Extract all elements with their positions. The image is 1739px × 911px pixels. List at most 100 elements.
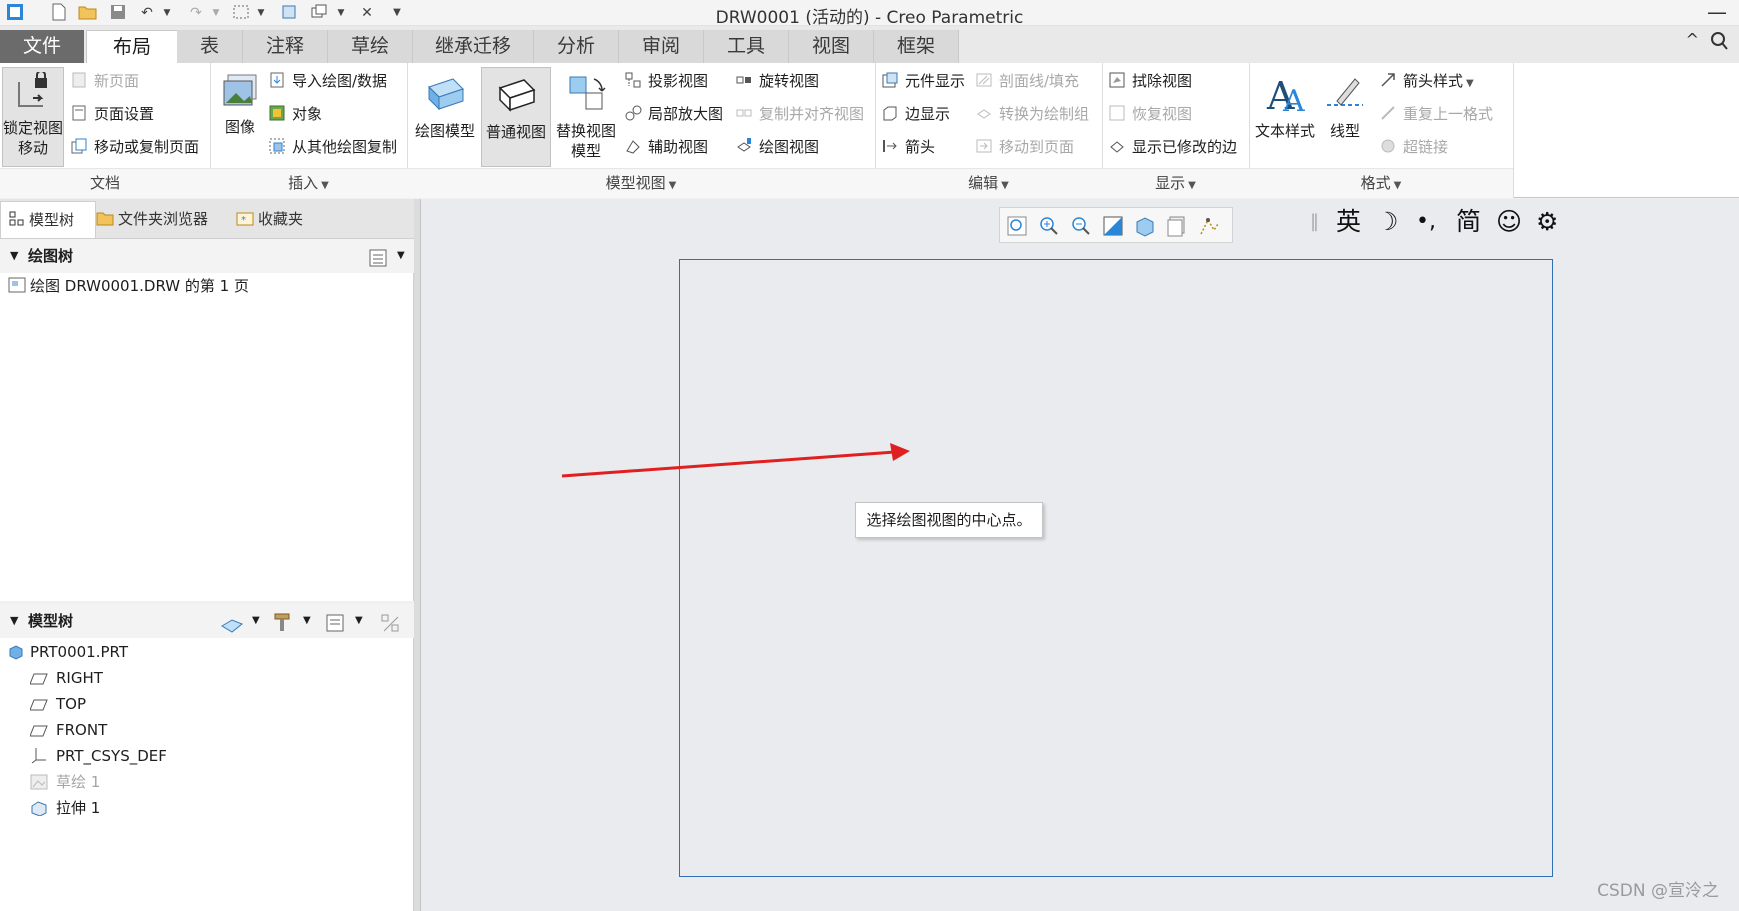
tab-favorites[interactable]: * 收藏夹 <box>228 201 326 237</box>
ime-language-toggle[interactable]: 英 <box>1336 204 1361 240</box>
image-button[interactable]: 图像 <box>214 67 266 137</box>
tab-file[interactable]: 文件 <box>0 30 84 63</box>
erase-view-button[interactable]: 拭除视图 <box>1108 67 1192 95</box>
tab-view[interactable]: 视图 <box>789 30 874 63</box>
page-setup-button[interactable]: 页面设置 <box>70 100 154 128</box>
search-icon[interactable] <box>1709 30 1729 56</box>
drawing-tree-settings-dropdown-icon[interactable]: ▼ <box>397 239 405 273</box>
tree-item-right-plane[interactable]: RIGHT <box>29 666 103 690</box>
emoji-icon[interactable]: ☺ <box>1496 204 1522 240</box>
copy-align-view-button[interactable]: 复制并对齐视图 <box>735 100 864 128</box>
sheets-icon[interactable] <box>1166 215 1188 237</box>
hatching-button[interactable]: 剖面线/填充 <box>975 67 1079 95</box>
drawing-tree-header[interactable]: ▼ 绘图树 ▼ <box>0 239 414 273</box>
datum-plane-icon <box>29 695 48 719</box>
group-model-views-label[interactable]: 模型视图 ▼ <box>407 168 875 198</box>
tab-tools[interactable]: 工具 <box>704 30 789 63</box>
tree-item-drawing-page[interactable]: 绘图 DRW0001.DRW 的第 1 页 <box>8 274 249 298</box>
show-modified-edges-button[interactable]: 显示已修改的边 <box>1108 133 1237 161</box>
tab-annotate[interactable]: 注释 <box>243 30 328 63</box>
line-style-label: 线型 <box>1329 122 1360 140</box>
group-model-views-caret-icon: ▼ <box>668 180 677 191</box>
general-view-button[interactable]: 普通视图 <box>481 67 551 167</box>
text-style-button[interactable]: AA 文本样式 <box>1253 67 1317 141</box>
drawing-tree-settings-icon[interactable] <box>368 246 388 280</box>
zoom-in-icon[interactable] <box>1038 215 1060 237</box>
tab-folder-browser[interactable]: 文件夹浏览器 <box>88 201 234 237</box>
group-edit-label[interactable]: 编辑 ▼ <box>875 168 1102 198</box>
refit-icon[interactable] <box>1006 215 1028 237</box>
favorites-icon: * <box>236 203 254 239</box>
model-tree-icon <box>9 204 25 240</box>
group-insert-label[interactable]: 插入 ▼ <box>210 168 407 198</box>
window-title: DRW0001 (活动的) - Creo Parametric <box>715 8 1024 28</box>
minimize-button[interactable]: — <box>1707 0 1727 24</box>
tree-item-root-part[interactable]: PRT0001.PRT <box>8 640 128 664</box>
tree-item-extrude[interactable]: 拉伸 1 <box>30 796 100 820</box>
tab-frame[interactable]: 框架 <box>874 30 959 63</box>
arrows-button[interactable]: 箭头 <box>881 133 935 161</box>
new-page-button[interactable]: 新页面 <box>70 67 139 95</box>
detailed-view-button[interactable]: 局部放大图 <box>624 100 723 128</box>
tools-dropdown-icon[interactable]: ▼ <box>303 604 311 638</box>
object-button[interactable]: 对象 <box>268 100 322 128</box>
title-bar: ↶ ▼ ↷ ▼ ▼ ▼ ✕ ▼ DRW0001 (活动的) - Creo Par… <box>0 0 1739 28</box>
sketch-icon <box>30 773 48 797</box>
tab-sketch[interactable]: 草绘 <box>328 30 413 63</box>
edge-display-button[interactable]: 边显示 <box>881 100 950 128</box>
tree-item-top-plane[interactable]: TOP <box>29 692 86 719</box>
tree-item-front-plane[interactable]: FRONT <box>29 718 107 742</box>
hyperlink-button[interactable]: 超链接 <box>1379 133 1448 161</box>
import-drawing-button[interactable]: 导入绘图/数据 <box>268 67 387 95</box>
tab-model-tree[interactable]: 模型树 <box>0 201 96 238</box>
collapse-ribbon-icon[interactable]: ^ <box>1686 30 1699 49</box>
tab-review[interactable]: 审阅 <box>619 30 704 63</box>
tab-analysis[interactable]: 分析 <box>534 30 619 63</box>
arrow-style-button[interactable]: 箭头样式 ▼ <box>1379 67 1474 95</box>
model-tree-header[interactable]: ▼ 模型树 ▼ ▼ ▼ <box>0 604 414 638</box>
collapse-drawing-tree-icon[interactable]: ▼ <box>10 239 18 273</box>
lock-view-move-button[interactable]: 锁定视图 移动 <box>2 67 64 167</box>
drawing-models-button[interactable]: 绘图模型 <box>411 67 479 141</box>
repeat-last-format-icon <box>1379 103 1399 121</box>
group-format-label[interactable]: 格式 ▼ <box>1249 168 1513 198</box>
model-display-icon[interactable] <box>220 612 244 646</box>
tab-table[interactable]: 表 <box>177 30 243 63</box>
component-display-button[interactable]: 元件显示 <box>881 67 965 95</box>
convert-to-draft-button[interactable]: 转换为绘制组 <box>975 100 1089 128</box>
drawing-view-button[interactable]: 绘图视图 <box>735 133 819 161</box>
tree-settings-icon[interactable] <box>325 611 345 645</box>
model-display-dropdown-icon[interactable]: ▼ <box>252 604 260 638</box>
repaint-icon[interactable] <box>1102 215 1124 237</box>
ime-punctuation-toggle[interactable]: •, <box>1416 204 1436 240</box>
revolved-view-button[interactable]: 旋转视图 <box>735 67 819 95</box>
tree-filter-icon[interactable] <box>380 611 402 645</box>
datum-display-icon[interactable] <box>1198 215 1220 237</box>
projection-view-button[interactable]: 投影视图 <box>624 67 708 95</box>
tree-item-csys[interactable]: PRT_CSYS_DEF <box>30 744 167 768</box>
auxiliary-view-button[interactable]: 辅助视图 <box>624 133 708 161</box>
line-style-button[interactable]: 线型 <box>1319 67 1371 141</box>
replace-view-model-button[interactable]: 替换视图 模型 <box>551 67 621 161</box>
ime-script-toggle[interactable]: 简 <box>1456 204 1481 240</box>
collapse-model-tree-icon[interactable]: ▼ <box>10 604 18 638</box>
zoom-out-icon[interactable] <box>1070 215 1092 237</box>
tools-hammer-icon[interactable] <box>272 611 294 645</box>
repeat-last-format-button[interactable]: 重复上一格式 <box>1379 100 1493 128</box>
tab-layout[interactable]: 布局 <box>86 30 178 64</box>
tree-item-sketch[interactable]: 草绘 1 <box>30 770 100 794</box>
move-to-page-button[interactable]: 移动到页面 <box>975 133 1074 161</box>
tab-legacy-migration[interactable]: 继承迁移 <box>413 30 534 63</box>
tree-settings-dropdown-icon[interactable]: ▼ <box>355 604 363 638</box>
panel-splitter[interactable] <box>414 199 421 911</box>
group-display-label[interactable]: 显示 ▼ <box>1102 168 1249 198</box>
resume-view-button[interactable]: 恢复视图 <box>1108 100 1192 128</box>
hatching-icon <box>975 70 995 88</box>
moon-icon[interactable]: ☽ <box>1376 204 1398 240</box>
move-copy-page-button[interactable]: 移动或复制页面 <box>70 133 199 161</box>
red-annotation-arrow <box>561 443 910 478</box>
arrow-style-caret-icon: ▼ <box>1466 78 1474 89</box>
settings-gear-icon[interactable]: ⚙ <box>1536 204 1558 240</box>
copy-from-drawing-button[interactable]: 从其他绘图复制 <box>268 133 397 161</box>
display-style-icon[interactable] <box>1134 215 1156 237</box>
